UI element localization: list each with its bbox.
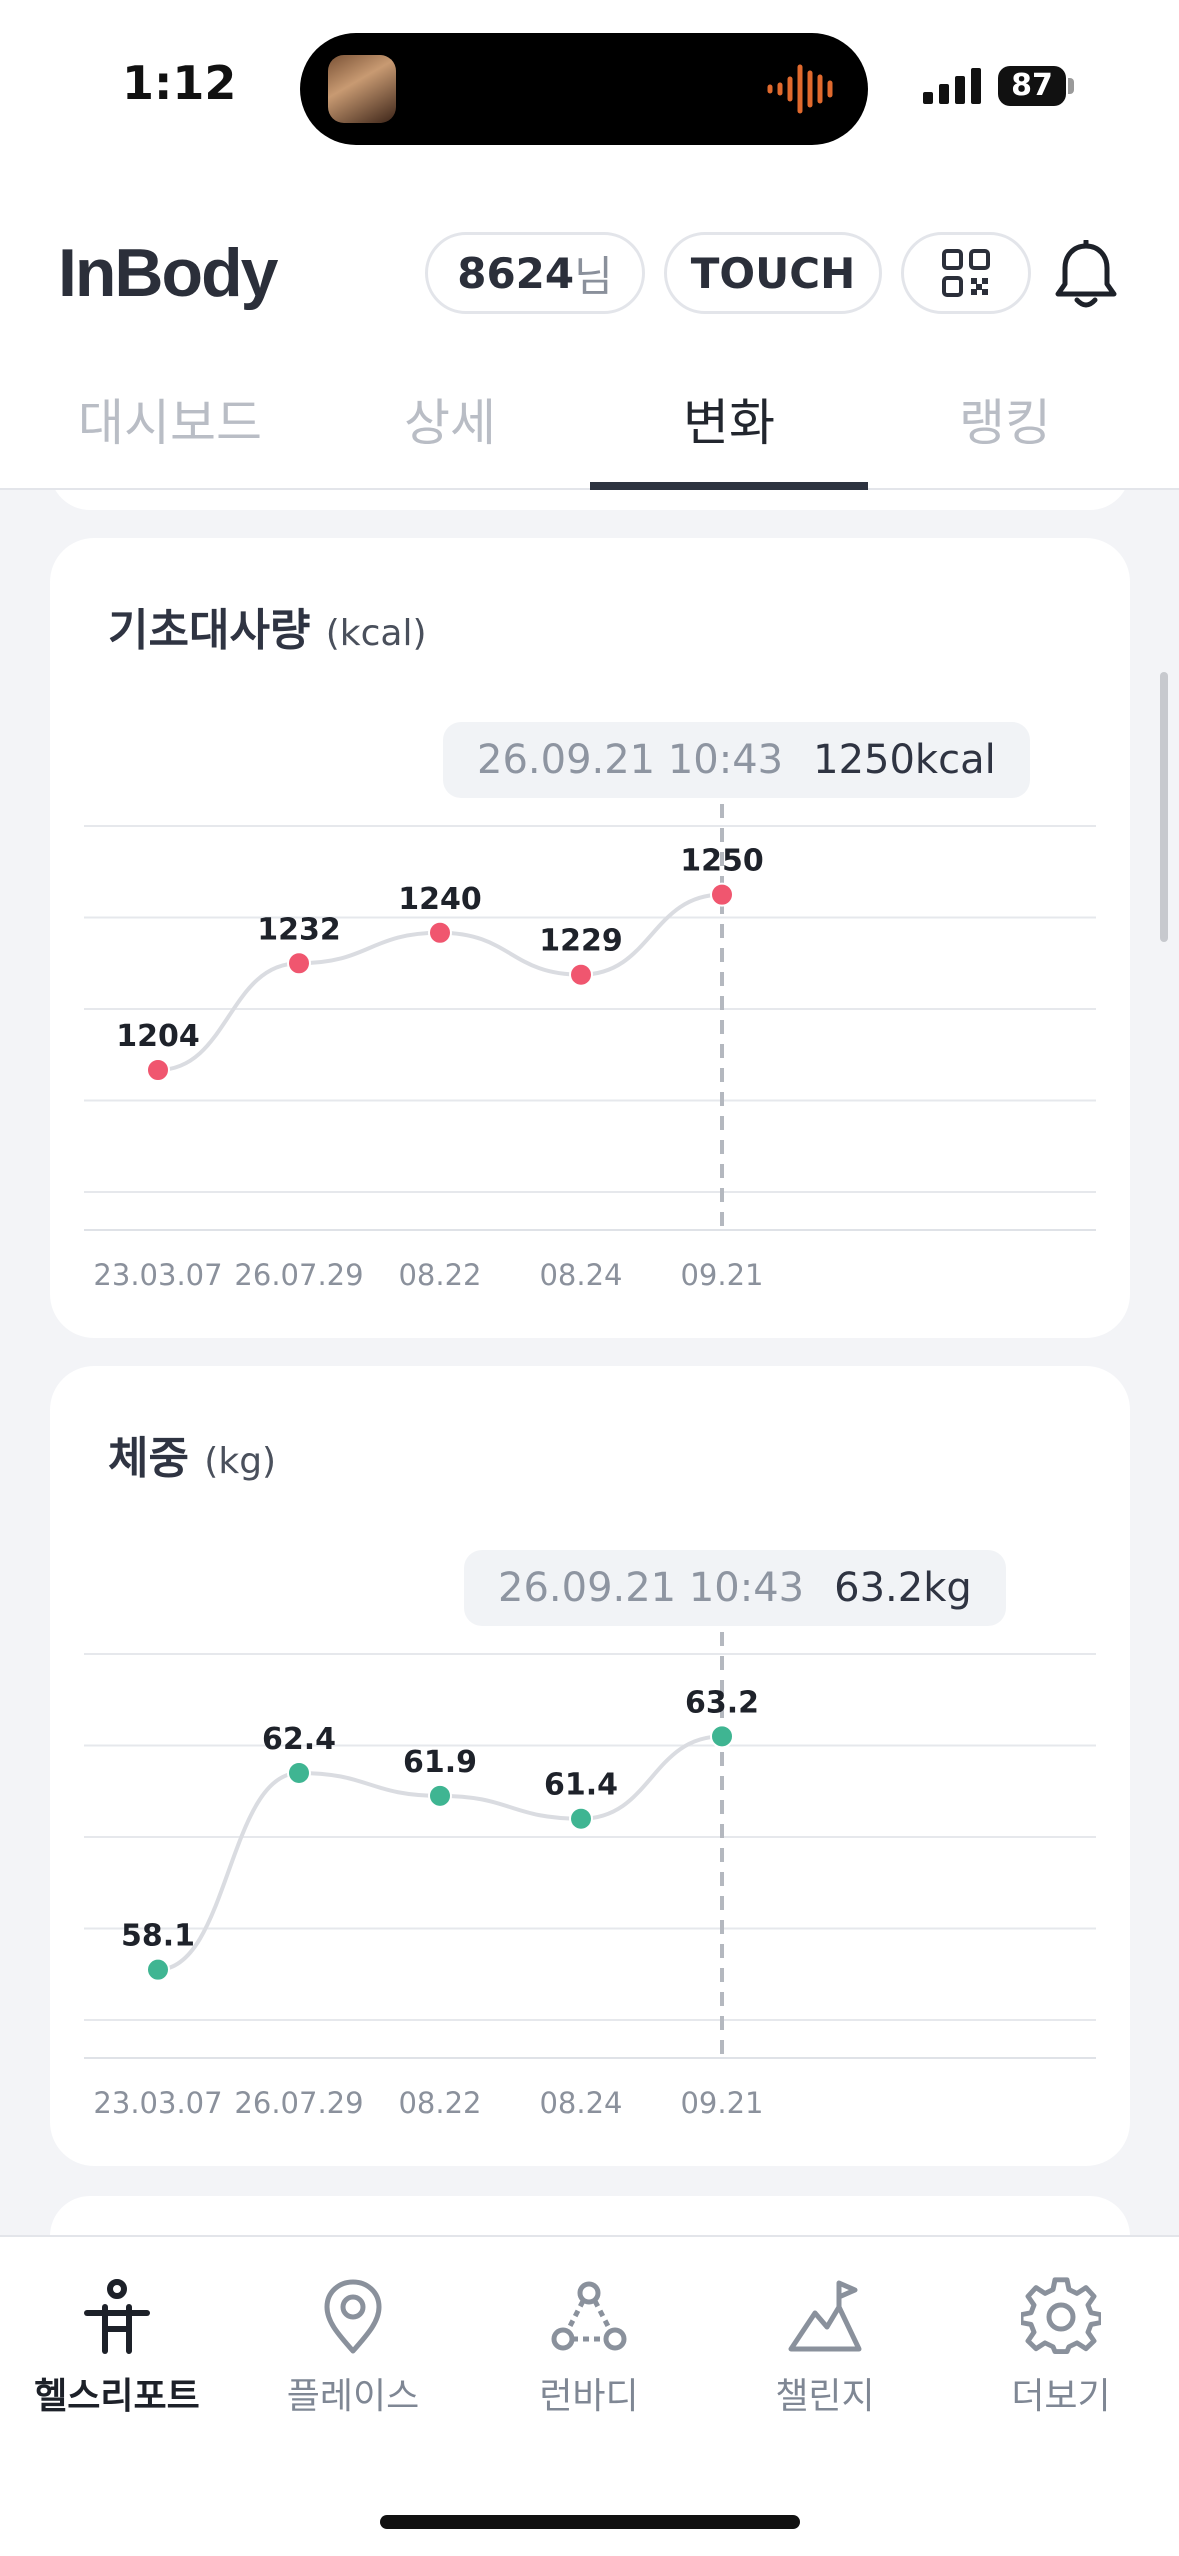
bmr-data-point [428,920,452,945]
home-indicator [380,2515,800,2529]
user-id-button[interactable]: 8624 님 [425,232,645,314]
weight-x-tick-label: 08.22 [398,2086,481,2120]
user-honorific: 님 [574,251,613,301]
weight-x-tick-label: 08.24 [539,2086,622,2120]
audio-waveform-icon [767,64,833,114]
bmr-data-label: 1240 [398,882,482,917]
weight-x-tick-label: 26.07.29 [234,2086,363,2120]
health-report-icon [84,2279,150,2354]
challenge-flag-icon [788,2280,862,2352]
weight-data-point [287,1760,311,1785]
weight-data-label: 61.4 [544,1768,618,1803]
nav-runbody-label: 런바디 [539,2376,639,2417]
status-bar: 1:12 87 [0,0,1179,170]
location-pin-icon [324,2279,382,2354]
weight-data-point [569,1806,593,1831]
tab-change[interactable]: 변화 [594,378,864,490]
main-tabs: 대시보드 상세 변화 랭킹 [0,378,1179,492]
bmr-data-point [569,962,593,987]
bmr-x-tick-label: 08.24 [539,1258,622,1292]
bmr-x-tick-label: 08.22 [398,1258,481,1292]
bmr-data-point [146,1058,170,1082]
nav-more-label: 더보기 [1011,2376,1111,2417]
weight-data-label: 61.9 [403,1745,477,1780]
inbody-logo: InBody [58,235,278,311]
weight-data-label: 62.4 [262,1722,336,1757]
weight-data-point [428,1783,452,1808]
weight-chart-card: 체중 (kg) 26.09.21 10:43 63.2kg 58.1 62.4 61.… [50,1366,1130,2166]
weight-data-label: 58.1 [121,1919,195,1954]
nav-health-report-label: 헬스리포트 [34,2376,200,2417]
nav-challenge[interactable]: 챌린지 [710,2277,940,2427]
nav-health-report[interactable]: 헬스리포트 [2,2277,232,2427]
weight-data-point [710,1724,734,1749]
nav-more[interactable]: 더보기 [946,2277,1176,2427]
bmr-x-tick-label: 09.21 [680,1258,763,1292]
qr-code-icon [942,249,990,297]
previous-card [50,490,1130,510]
change-content[interactable]: 기초대사량 (kcal) 26.09.21 10:43 1250kcal 1204… [0,490,1179,2235]
bottom-nav: 헬스리포트 플레이스 런바디 챌린지 더보기 [0,2235,1179,2556]
bmr-data-label: 1204 [116,1019,200,1054]
nav-runbody[interactable]: 런바디 [474,2277,704,2427]
now-playing-artwork [328,55,396,123]
user-id: 8624 [457,248,575,298]
bmr-data-point [710,882,734,907]
battery-level: 87 [998,66,1066,106]
status-time: 1:12 [122,56,237,110]
tab-detail[interactable]: 상세 [315,378,585,490]
tab-dashboard[interactable]: 대시보드 [35,378,305,490]
battery-cap [1068,78,1074,94]
tab-ranking[interactable]: 랭킹 [870,378,1140,490]
weight-x-tick-label: 23.03.07 [93,2086,222,2120]
bmr-data-label: 1229 [539,924,623,959]
notification-bell-icon[interactable] [1053,240,1119,312]
bmr-x-tick-label: 26.07.29 [234,1258,363,1292]
battery-indicator: 87 [998,66,1074,106]
touch-button[interactable]: TOUCH [664,232,882,314]
dynamic-island[interactable] [300,33,868,145]
weight-data-point [146,1957,170,1982]
nav-challenge-label: 챌린지 [775,2376,875,2417]
scrollbar[interactable] [1160,672,1168,942]
nav-place[interactable]: 플레이스 [238,2277,468,2427]
app-header: InBody 8624 님 TOUCH 대시보드 상세 변화 랭킹 [0,170,1179,492]
qr-code-button[interactable] [901,232,1031,314]
bmr-line-chart[interactable]: 1204 1232 1240 1229 1250 23.03.07 26.07.29 08.2… [50,538,1130,1338]
gear-icon [1021,2277,1101,2355]
nav-place-label: 플레이스 [286,2376,420,2417]
bmr-data-label: 1232 [257,912,341,947]
bmr-x-tick-label: 23.03.07 [93,1258,222,1292]
weight-data-label: 63.2 [685,1685,759,1720]
weight-line-chart[interactable]: 58.1 62.4 61.9 61.4 63.2 23.03.07 26.07.29 08.2… [50,1366,1130,2166]
runbody-icon [551,2281,627,2351]
next-card [50,2196,1130,2235]
bmr-data-label: 1250 [680,844,764,879]
bmr-data-point [287,951,311,976]
cellular-signal-icon [923,68,981,104]
weight-x-tick-label: 09.21 [680,2086,763,2120]
bmr-chart-card: 기초대사량 (kcal) 26.09.21 10:43 1250kcal 1204… [50,538,1130,1338]
